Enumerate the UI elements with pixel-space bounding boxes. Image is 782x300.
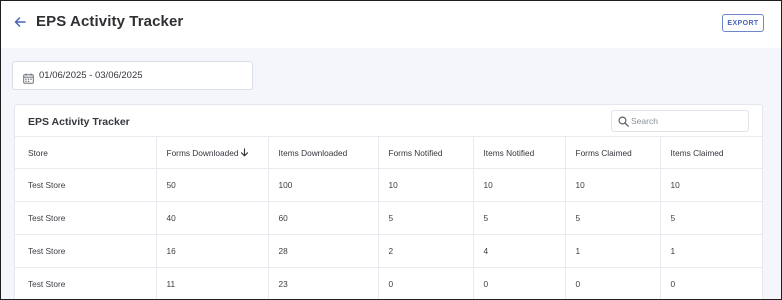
cell-forms-downloaded: 50 bbox=[155, 168, 268, 202]
cell-store: Test Store bbox=[15, 234, 156, 268]
cell-items-claimed: 10 bbox=[659, 168, 762, 202]
cell-store: Test Store bbox=[15, 201, 156, 235]
cell-forms-notified: 0 bbox=[377, 267, 473, 299]
cell-items-downloaded: 23 bbox=[267, 267, 378, 299]
table-row[interactable]: Test Store 11 23 0 0 0 0 bbox=[15, 267, 762, 299]
cell-items-downloaded: 28 bbox=[267, 234, 378, 268]
sort-descending-icon bbox=[240, 147, 249, 157]
column-header-items-notified[interactable]: Items Notified bbox=[472, 136, 565, 169]
export-button[interactable]: EXPORT bbox=[722, 14, 764, 32]
column-header-forms-downloaded[interactable]: Forms Downloaded bbox=[155, 136, 268, 169]
activity-table: Store Forms Downloaded Items Downloaded … bbox=[15, 136, 762, 299]
column-header-items-downloaded[interactable]: Items Downloaded bbox=[267, 136, 378, 169]
cell-items-downloaded: 100 bbox=[267, 168, 378, 202]
back-arrow-icon[interactable] bbox=[12, 14, 28, 30]
page-header: EPS Activity Tracker EXPORT bbox=[1, 1, 781, 48]
cell-forms-claimed: 10 bbox=[564, 168, 660, 202]
table-row[interactable]: Test Store 40 60 5 5 5 5 bbox=[15, 201, 762, 235]
cell-items-claimed: 0 bbox=[659, 267, 762, 299]
page-title: EPS Activity Tracker bbox=[36, 13, 184, 30]
search-input[interactable] bbox=[631, 113, 745, 129]
cell-store: Test Store bbox=[15, 267, 156, 299]
date-range-value: 01/06/2025 - 03/06/2025 bbox=[39, 70, 143, 81]
date-range-picker[interactable]: 01/06/2025 - 03/06/2025 bbox=[12, 61, 253, 90]
cell-forms-notified: 5 bbox=[377, 201, 473, 235]
cell-store: Test Store bbox=[15, 168, 156, 202]
card-title: EPS Activity Tracker bbox=[28, 116, 130, 128]
cell-forms-claimed: 0 bbox=[564, 267, 660, 299]
cell-forms-notified: 2 bbox=[377, 234, 473, 268]
cell-forms-claimed: 5 bbox=[564, 201, 660, 235]
app-window: EPS Activity Tracker EXPORT 01/06/2025 -… bbox=[0, 0, 782, 300]
cell-items-downloaded: 60 bbox=[267, 201, 378, 235]
cell-forms-downloaded: 40 bbox=[155, 201, 268, 235]
cell-items-notified: 0 bbox=[472, 267, 565, 299]
cell-items-notified: 5 bbox=[472, 201, 565, 235]
column-header-store[interactable]: Store bbox=[15, 136, 156, 169]
cell-forms-claimed: 1 bbox=[564, 234, 660, 268]
table-row[interactable]: Test Store 16 28 2 4 1 1 bbox=[15, 234, 762, 268]
column-header-forms-claimed[interactable]: Forms Claimed bbox=[564, 136, 660, 169]
calendar-icon bbox=[23, 71, 34, 84]
table-header-row: Store Forms Downloaded Items Downloaded … bbox=[15, 136, 762, 169]
search-icon bbox=[618, 116, 629, 127]
cell-items-notified: 10 bbox=[472, 168, 565, 202]
column-header-forms-notified[interactable]: Forms Notified bbox=[377, 136, 473, 169]
table-row[interactable]: Test Store 50 100 10 10 10 10 bbox=[15, 168, 762, 202]
cell-forms-downloaded: 11 bbox=[155, 267, 268, 299]
cell-forms-notified: 10 bbox=[377, 168, 473, 202]
cell-items-notified: 4 bbox=[472, 234, 565, 268]
tracker-card: EPS Activity Tracker Store Forms Downloa… bbox=[14, 104, 763, 299]
cell-forms-downloaded: 16 bbox=[155, 234, 268, 268]
cell-items-claimed: 1 bbox=[659, 234, 762, 268]
column-header-items-claimed[interactable]: Items Claimed bbox=[659, 136, 762, 169]
search-box[interactable] bbox=[611, 110, 749, 132]
cell-items-claimed: 5 bbox=[659, 201, 762, 235]
